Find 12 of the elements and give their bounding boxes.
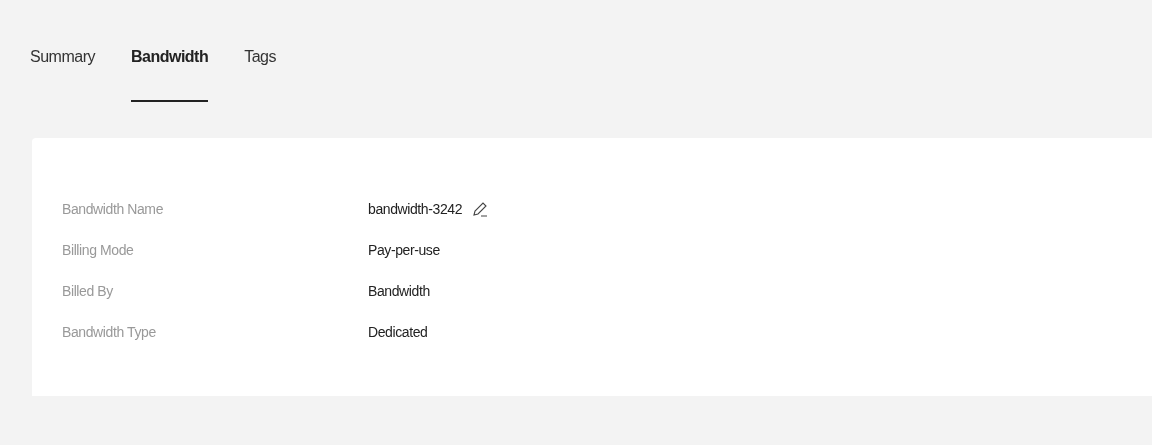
field-label: Billing Mode <box>62 241 135 258</box>
tab[interactable]: Summary <box>30 44 95 101</box>
edit-icon[interactable] <box>472 200 489 217</box>
field-label: Bandwidth Name <box>62 200 164 217</box>
field-value: Dedicated <box>368 323 428 340</box>
tab[interactable]: Tags <box>244 44 276 101</box>
field-value: bandwidth-3242 <box>368 200 463 217</box>
field-value: Pay-per-use <box>368 241 440 258</box>
field-label: Bandwidth Type <box>62 323 157 340</box>
field-value: Bandwidth <box>368 282 430 299</box>
tab[interactable]: Bandwidth <box>130 44 209 102</box>
field-label: Billed By <box>62 282 114 299</box>
